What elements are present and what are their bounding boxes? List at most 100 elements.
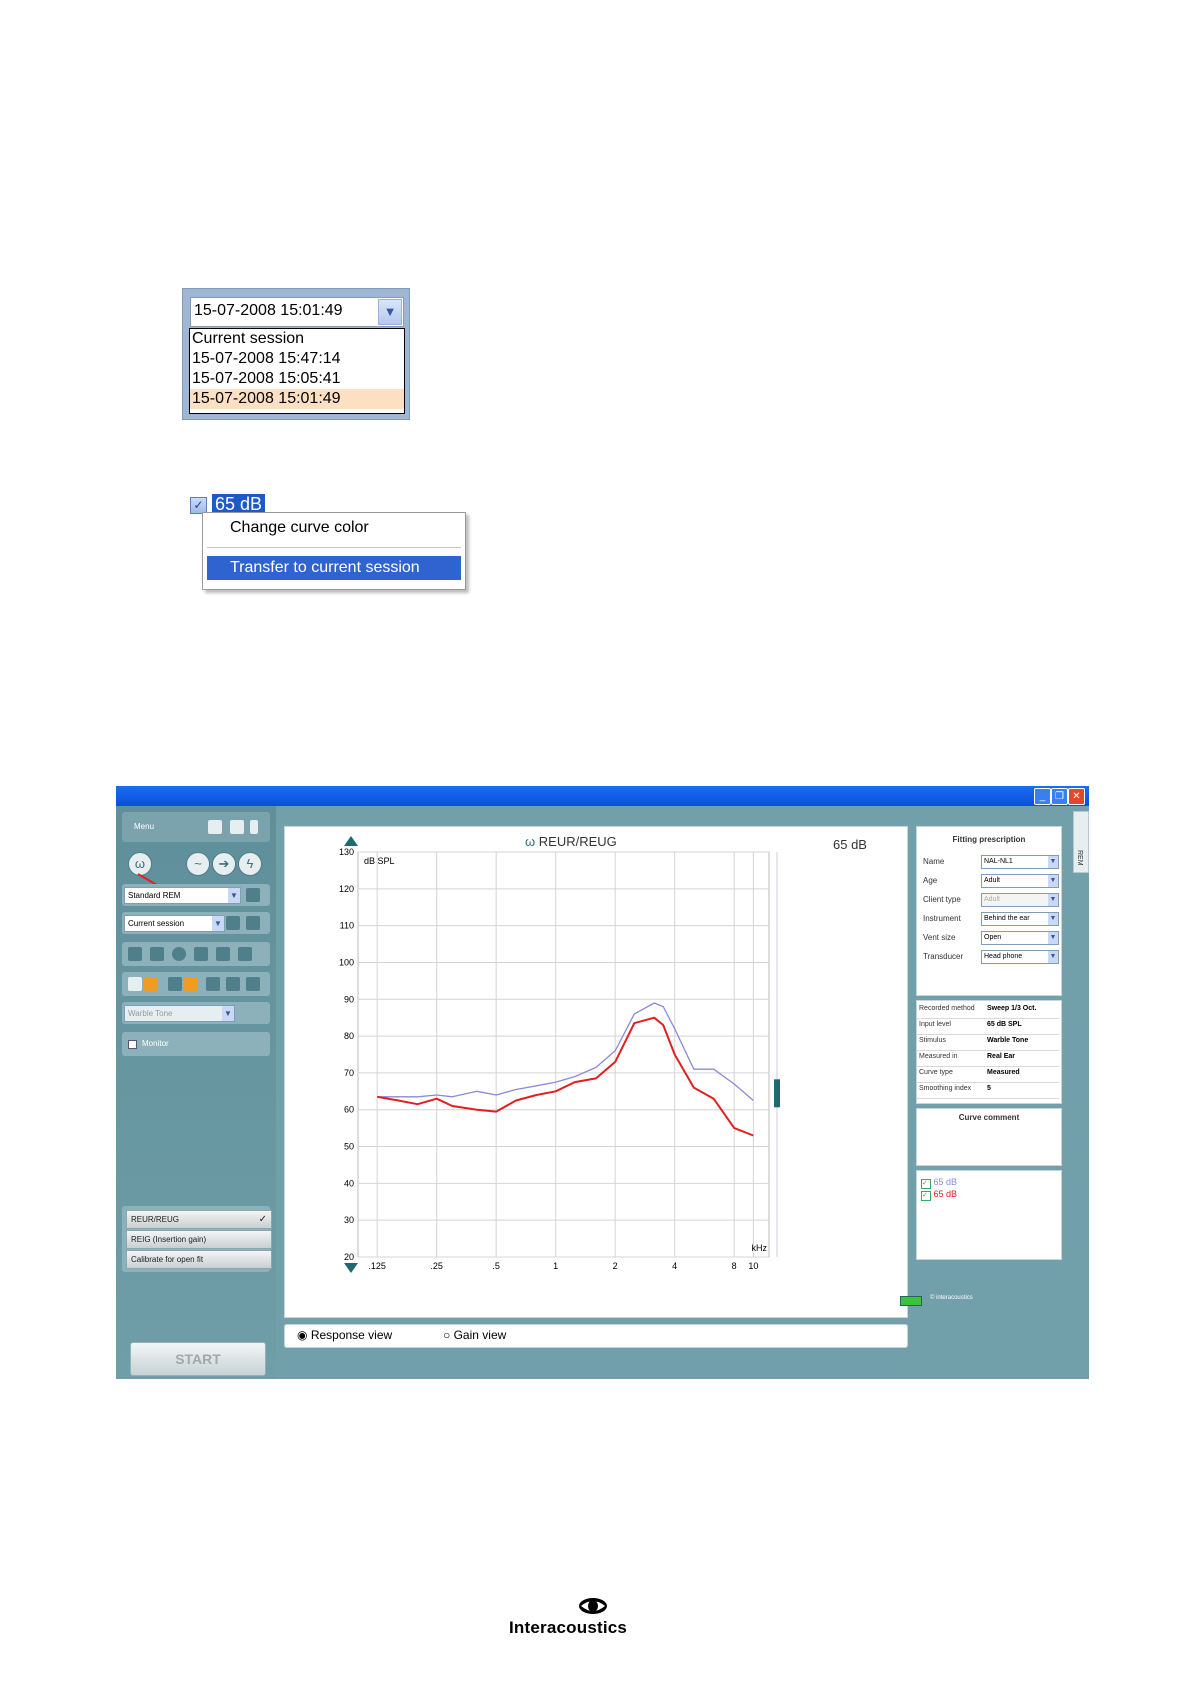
chart-icon[interactable]	[246, 977, 260, 991]
level-slider-handle	[774, 1079, 780, 1108]
protocol-select[interactable]: Standard REM ▼	[124, 887, 241, 904]
x-tick-label: 10	[748, 1261, 758, 1271]
session-add-icon[interactable]	[226, 916, 240, 930]
scroll-up-icon	[344, 836, 358, 846]
test-button-reur[interactable]: REUR/REUG ✓	[126, 1210, 272, 1229]
test-button-label: Calibrate for open fit	[131, 1255, 204, 1264]
chevron-down-icon[interactable]: ▼	[1048, 875, 1058, 887]
y-tick-label: 70	[344, 1068, 354, 1078]
print-icon[interactable]	[208, 820, 222, 834]
session-compare-icon[interactable]	[246, 916, 260, 930]
menu-item-transfer[interactable]: Transfer to current session	[207, 556, 461, 580]
graph-panel: ω REUR/REUG 65 dB 20 30 40 50 60 70 80 90 100 110…	[284, 826, 908, 1318]
chevron-down-icon[interactable]: ▼	[228, 888, 240, 903]
fitting-select[interactable]: Open ▼	[981, 931, 1059, 945]
y-tick-label: 40	[344, 1178, 354, 1188]
chevron-down-icon[interactable]: ▼	[222, 1006, 234, 1021]
chevron-down-icon[interactable]: ▼	[212, 916, 224, 931]
row-key: Measured in	[919, 1053, 958, 1060]
session-date-dropdown[interactable]: 15-07-2008 15:01:49 ▼ Current session 15…	[182, 288, 410, 420]
menu-item-change-curve-color[interactable]: Change curve color	[230, 519, 369, 537]
fitting-select[interactable]: Behind the ear ▼	[981, 912, 1059, 926]
split-icon[interactable]	[238, 947, 252, 961]
table-icon[interactable]	[206, 977, 220, 991]
curve-icon[interactable]	[168, 977, 182, 991]
stimulus-select[interactable]: Warble Tone ▼	[124, 1005, 235, 1022]
response-view-label: Response view	[310, 1328, 393, 1342]
legend-checkbox[interactable]: ✓	[921, 1191, 931, 1201]
session-select[interactable]: Current session ▼	[124, 915, 225, 932]
y-tick-label: 100	[339, 957, 354, 967]
chevron-down-icon[interactable]: ▼	[1048, 951, 1058, 963]
logo-text: Interacoustics	[509, 1618, 628, 1637]
list-item[interactable]: 15-07-2008 15:05:41	[190, 369, 404, 389]
row-key: Smoothing index	[919, 1085, 972, 1092]
response-view-radio[interactable]: ◉ Response view	[297, 1328, 392, 1342]
gain-view-radio[interactable]: ○ Gain view	[443, 1328, 506, 1342]
note-icon[interactable]	[226, 977, 240, 991]
highlight-icon[interactable]	[184, 977, 198, 991]
settings-icon[interactable]	[246, 888, 260, 902]
stop-icon[interactable]	[150, 947, 164, 961]
y-tick-label: 20	[344, 1252, 354, 1262]
tool-row-2	[122, 972, 270, 996]
save-icon[interactable]	[230, 820, 244, 834]
chevron-down-icon[interactable]: ▼	[1048, 894, 1058, 906]
stimulus-select-value: Warble Tone	[128, 1009, 173, 1018]
tag-icon[interactable]	[216, 947, 230, 961]
start-button[interactable]: START	[130, 1342, 266, 1376]
legend-checkbox[interactable]: ✓	[921, 1179, 931, 1189]
tool-icon[interactable]	[194, 947, 208, 961]
probe-icon[interactable]: ~	[186, 852, 210, 876]
legend-item[interactable]: ✓ 65 dB	[921, 1189, 957, 1201]
chevron-down-icon[interactable]: ▼	[1048, 932, 1058, 944]
y-tick-label: 110	[340, 921, 354, 931]
x-tick-label: 1	[553, 1261, 558, 1271]
chevron-down-icon[interactable]: ▼	[378, 299, 402, 325]
test-button-calibrate[interactable]: Calibrate for open fit	[126, 1250, 272, 1269]
image-icon[interactable]	[144, 977, 158, 991]
menu-label[interactable]: Menu	[134, 822, 154, 831]
x-tick-label: .25	[430, 1261, 443, 1271]
restore-icon[interactable]: ❐	[1051, 788, 1068, 805]
globe-icon[interactable]	[172, 947, 186, 961]
legend-item[interactable]: ✓ 65 dB	[921, 1177, 957, 1189]
fitting-select[interactable]: Adult ▼	[981, 874, 1059, 888]
x-axis-label: kHz	[752, 1243, 768, 1253]
reur-chart[interactable]: 20 30 40 50 60 70 80 90 100 110 120 130 .125 .25 .5 1 2 4…	[285, 827, 907, 1317]
tab-rem[interactable]: REM	[1073, 811, 1089, 873]
recorded-info-panel: Recorded method Sweep 1/3 Oct. Input level…	[916, 1000, 1062, 1104]
monitor-checkbox[interactable]	[128, 1040, 137, 1049]
fitting-select-value: Adult	[984, 896, 1000, 903]
forward-icon[interactable]: ➔	[212, 852, 236, 876]
view-selector: ◉ Response view ○ Gain view	[284, 1324, 908, 1348]
close-icon[interactable]: ✕	[1068, 788, 1085, 805]
test-button-reig[interactable]: REIG (Insertion gain)	[126, 1230, 272, 1249]
y-tick-label: 120	[339, 884, 354, 894]
list-item[interactable]: Current session	[190, 329, 404, 349]
session-date-list: Current session 15-07-2008 15:47:14 15-0…	[189, 328, 405, 414]
session-date-field[interactable]: 15-07-2008 15:01:49 ▼	[190, 297, 404, 327]
fitting-select[interactable]: Head phone ▼	[981, 950, 1059, 964]
help-icon[interactable]	[250, 820, 258, 834]
list-item-selected[interactable]: 15-07-2008 15:01:49	[190, 389, 404, 409]
row-value: 5	[987, 1085, 991, 1092]
fitting-prescription-panel: Fitting prescription Name NAL-NL1 ▼ Age Adul…	[916, 826, 1062, 996]
minimize-icon[interactable]: _	[1034, 788, 1051, 805]
curve-checkbox-label: 65 dB	[212, 494, 266, 514]
fitting-select-value: Behind the ear	[984, 915, 1030, 922]
row-key: Stimulus	[919, 1037, 946, 1044]
table-row: Input level 65 dB SPL	[917, 1019, 1059, 1035]
fitting-select[interactable]: NAL-NL1 ▼	[981, 855, 1059, 869]
tab-rem-label: REM	[1076, 850, 1083, 866]
y-tick-label: 80	[344, 1031, 354, 1041]
mail-icon[interactable]	[128, 977, 142, 991]
calibrate-icon[interactable]: ϟ	[238, 852, 262, 876]
chevron-down-icon[interactable]: ▼	[1048, 913, 1058, 925]
context-menu: Change curve color Transfer to current s…	[202, 512, 466, 590]
chevron-down-icon[interactable]: ▼	[1048, 856, 1058, 868]
fitting-select[interactable]: Adult ▼	[981, 893, 1059, 907]
ear-tool-icon[interactable]	[128, 947, 142, 961]
list-item[interactable]: 15-07-2008 15:47:14	[190, 349, 404, 369]
fitting-title: Fitting prescription	[952, 835, 1026, 844]
